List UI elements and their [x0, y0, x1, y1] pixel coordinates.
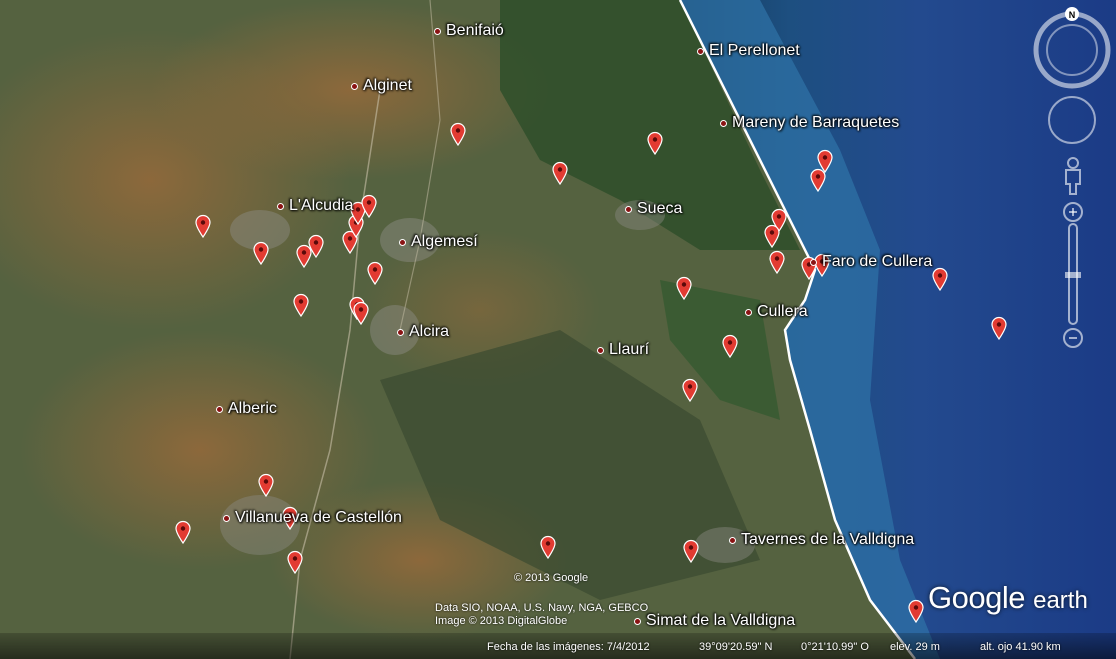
- town-dot-icon: [351, 82, 358, 90]
- placemark-pin-icon[interactable]: [352, 301, 370, 325]
- placemark-pin-icon[interactable]: [675, 276, 693, 300]
- town-dot-icon: [216, 405, 223, 413]
- town-dot-icon: [697, 47, 704, 55]
- placemark-pin-icon[interactable]: [539, 535, 557, 559]
- placemark-pin-icon[interactable]: [449, 122, 467, 146]
- google-earth-logo: Google earth: [928, 580, 1088, 615]
- placemark-pin-icon[interactable]: [768, 250, 786, 274]
- town-dot-icon: [277, 202, 284, 210]
- town-label[interactable]: L'Alcudia: [277, 197, 353, 215]
- town-dot-icon: [597, 346, 604, 354]
- zoom-slider-icon[interactable]: [1060, 200, 1086, 352]
- latitude-readout: 39°09'20.59" N: [699, 641, 773, 653]
- town-label[interactable]: Llaurí: [597, 341, 649, 359]
- town-label[interactable]: Faro de Cullera: [810, 253, 932, 271]
- placemark-pin-icon[interactable]: [809, 168, 827, 192]
- placemark-pin-icon[interactable]: [551, 161, 569, 185]
- placemark-pin-icon[interactable]: [990, 316, 1008, 340]
- image-date: Fecha de las imágenes: 7/4/2012: [487, 641, 650, 653]
- town-dot-icon: [810, 258, 817, 266]
- satellite-map[interactable]: [0, 0, 1116, 659]
- town-label[interactable]: Alberic: [216, 400, 277, 418]
- look-joystick-icon[interactable]: [1046, 94, 1098, 146]
- placemark-pin-icon[interactable]: [360, 194, 378, 218]
- placemark-pin-icon[interactable]: [763, 224, 781, 248]
- placemark-pin-icon[interactable]: [292, 293, 310, 317]
- copyright-text: © 2013 Google: [514, 572, 589, 584]
- placemark-pin-icon[interactable]: [366, 261, 384, 285]
- town-label[interactable]: Alginet: [351, 77, 412, 95]
- town-label[interactable]: Tavernes de la Valldigna: [729, 531, 914, 549]
- placemark-pin-icon[interactable]: [307, 234, 325, 258]
- town-dot-icon: [729, 536, 736, 544]
- town-dot-icon: [720, 119, 727, 127]
- placemark-pin-icon[interactable]: [907, 599, 925, 623]
- placemark-pin-icon[interactable]: [174, 520, 192, 544]
- town-label[interactable]: Algemesí: [399, 233, 478, 251]
- town-dot-icon: [399, 238, 406, 246]
- status-bar: Fecha de las imágenes: 7/4/2012 39°09'20…: [0, 633, 1116, 659]
- pegman-icon[interactable]: [1060, 156, 1086, 196]
- placemark-pin-icon[interactable]: [252, 241, 270, 265]
- town-dot-icon: [434, 27, 441, 35]
- placemark-pin-icon[interactable]: [721, 334, 739, 358]
- placemark-pin-icon[interactable]: [257, 473, 275, 497]
- placemark-pin-icon[interactable]: [286, 550, 304, 574]
- town-dot-icon: [745, 308, 752, 316]
- placemark-pin-icon[interactable]: [681, 378, 699, 402]
- compass-icon[interactable]: N: [1032, 6, 1112, 90]
- data-attribution: Data SIO, NOAA, U.S. Navy, NGA, GEBCO: [435, 602, 649, 614]
- town-label[interactable]: Simat de la Valldigna: [634, 612, 795, 630]
- north-label: N: [1069, 10, 1076, 20]
- town-label[interactable]: El Perellonet: [697, 42, 800, 60]
- elevation-readout: elev. 29 m: [890, 641, 940, 653]
- placemark-pin-icon[interactable]: [682, 539, 700, 563]
- town-label[interactable]: Cullera: [745, 303, 808, 321]
- placemark-pin-icon[interactable]: [194, 214, 212, 238]
- town-dot-icon: [625, 205, 632, 213]
- town-label[interactable]: Mareny de Barraquetes: [720, 114, 899, 132]
- placemark-pin-icon[interactable]: [646, 131, 664, 155]
- placemark-pin-icon[interactable]: [931, 267, 949, 291]
- longitude-readout: 0°21'10.99" O: [801, 641, 869, 653]
- eye-altitude-readout: alt. ojo 41.90 km: [980, 641, 1061, 653]
- town-label[interactable]: Villanueva de Castellón: [223, 509, 402, 527]
- town-dot-icon: [397, 328, 404, 336]
- image-attribution: Image © 2013 DigitalGlobe: [435, 615, 568, 627]
- town-label[interactable]: Sueca: [625, 200, 682, 218]
- town-label[interactable]: Benifaió: [434, 22, 504, 40]
- town-dot-icon: [223, 514, 230, 522]
- town-label[interactable]: Alcira: [397, 323, 449, 341]
- town-dot-icon: [634, 617, 641, 625]
